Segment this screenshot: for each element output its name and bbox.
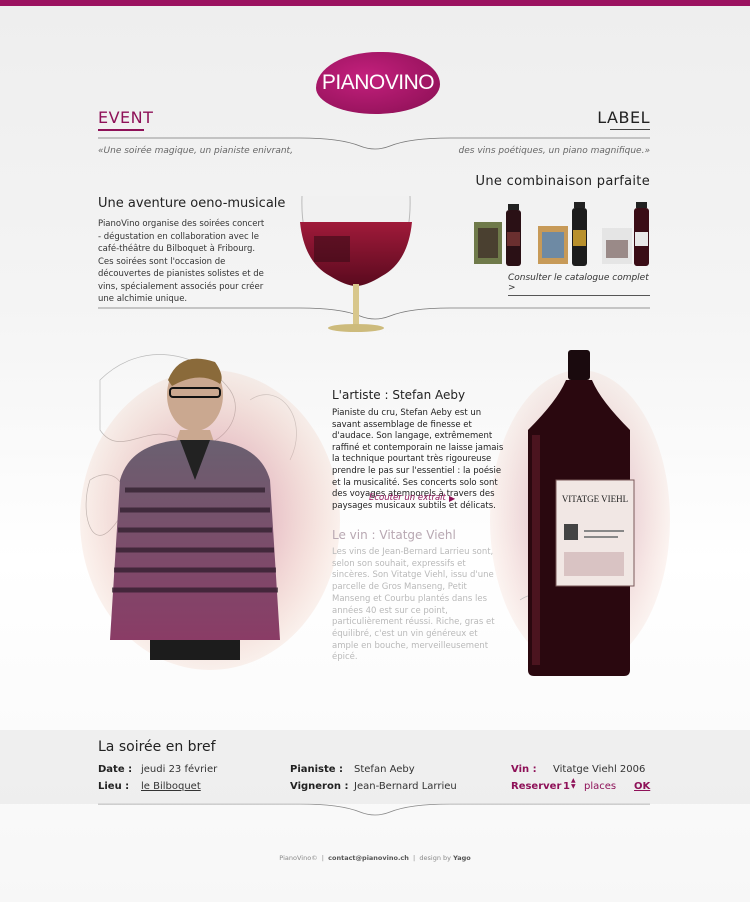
footer-designer-link[interactable]: Yago: [453, 854, 471, 862]
quote-left: «Une soirée magique, un pianiste enivran…: [98, 146, 293, 156]
footer-design-by: design by: [419, 854, 451, 862]
pianiste-value: Stefan Aeby: [354, 764, 415, 775]
bottle-label-text: VITATGE VIEHL: [562, 494, 628, 504]
pianiste-label: Pianiste :: [290, 764, 344, 775]
label-heading[interactable]: LABEL: [597, 108, 650, 127]
date-value: jeudi 23 février: [141, 764, 218, 775]
wine-glass-image: [300, 195, 412, 332]
vin-value: Vitatge Viehl 2006: [553, 764, 646, 775]
vigneron-value: Jean-Bernard Larrieu: [354, 781, 457, 792]
places-stepper-value[interactable]: 1: [563, 781, 570, 792]
places-label: places: [584, 781, 617, 792]
combination-title: Une combinaison parfaite: [475, 174, 650, 189]
ok-button[interactable]: OK: [634, 781, 650, 792]
footer-email-link[interactable]: contact@pianovino.ch: [328, 854, 409, 862]
footer: PianoVino© | contact@pianovino.ch | desi…: [279, 854, 471, 862]
intro-title: Une aventure oeno-musicale: [98, 196, 286, 211]
artist-title: L'artiste : Stefan Aeby: [332, 388, 466, 402]
listen-excerpt-link[interactable]: Ecouter un extrait: [369, 493, 446, 503]
label-underline: [610, 129, 650, 130]
play-icon[interactable]: ▶: [449, 494, 455, 503]
intro-text: PianoVino organise des soirées concert -…: [98, 219, 265, 304]
date-label: Date :: [98, 764, 133, 775]
catalogue-link[interactable]: Consulter le catalogue complet >: [508, 273, 650, 296]
vigneron-label: Vigneron :: [290, 781, 349, 792]
footer-brand: PianoVino©: [279, 854, 318, 862]
lieu-link[interactable]: le Bilboquet: [141, 781, 201, 792]
logo-text: PIANOVINO: [321, 71, 435, 94]
vin-label: Vin :: [511, 764, 537, 775]
wine-title: Le vin : Vitatge Viehl: [332, 528, 456, 542]
pianovino-logo[interactable]: PIANOVINO: [316, 52, 440, 114]
places-stepper-arrows-icon[interactable]: ▲ ▼: [571, 778, 576, 790]
reserver-label: Reserver: [511, 781, 562, 792]
event-heading[interactable]: EVENT: [98, 108, 153, 127]
brief-title: La soirée en bref: [98, 739, 216, 755]
event-underline: [98, 129, 144, 131]
quote-right: des vins poétiques, un piano magnifique.…: [458, 146, 650, 156]
wine-text: Les vins de Jean-Bernard Larrieu sont, s…: [332, 547, 495, 663]
bottle-thumbnails[interactable]: [474, 196, 654, 272]
lieu-label: Lieu :: [98, 781, 130, 792]
